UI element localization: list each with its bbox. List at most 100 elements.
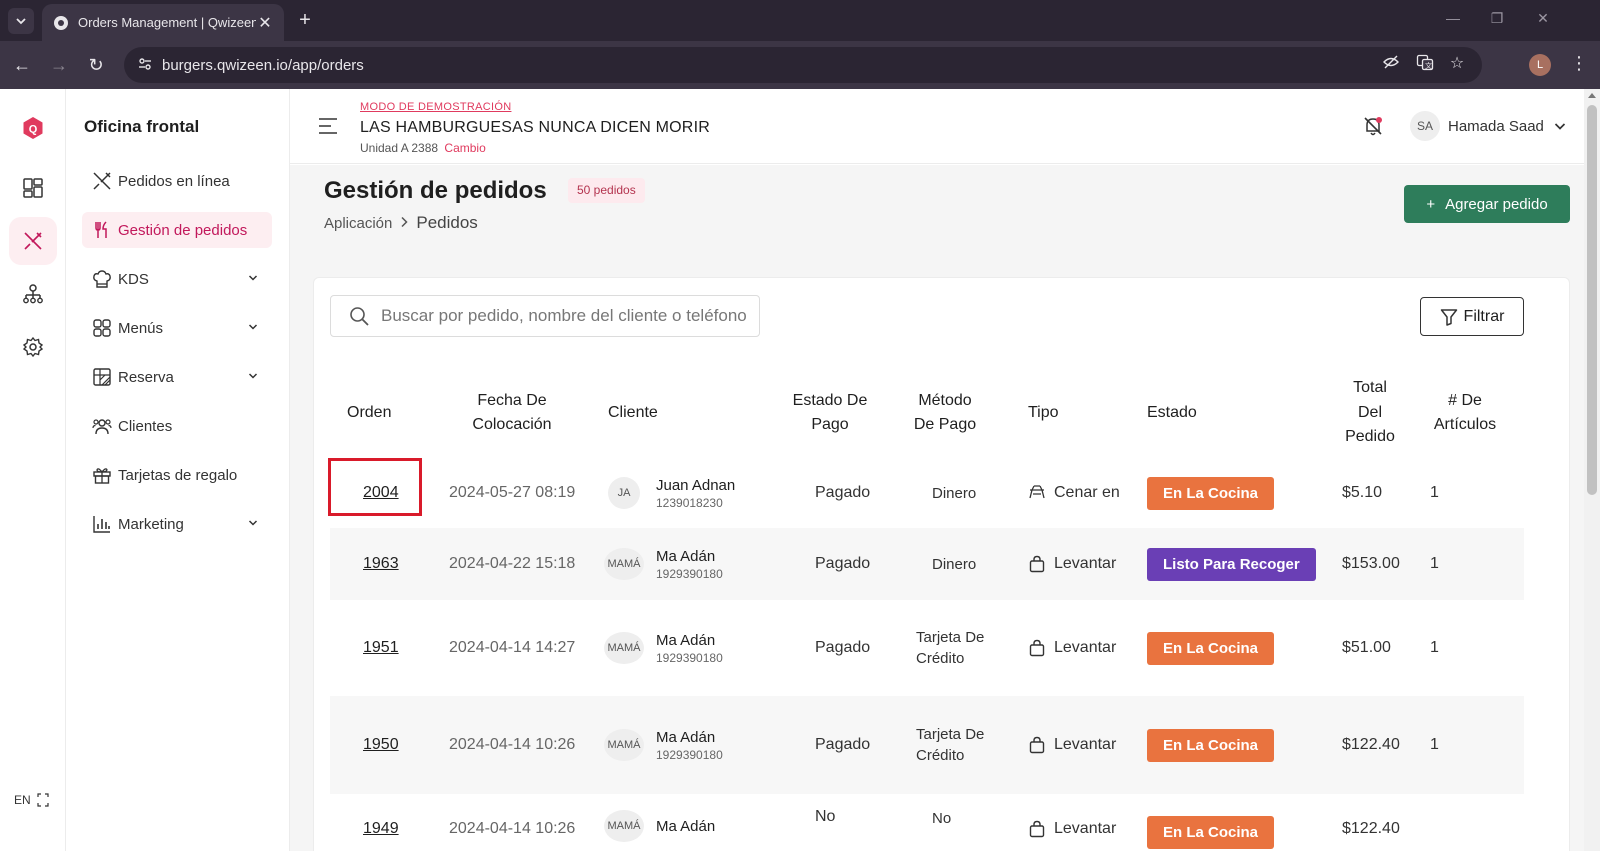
table-row[interactable]: 1963 2024-04-22 15:18 MAMÁ Ma Adán 19293… xyxy=(330,528,1524,600)
column-header-date[interactable]: Fecha De Colocación xyxy=(452,358,572,468)
dashboard-icon[interactable] xyxy=(9,164,57,212)
sidebar: Oficina frontal Pedidos en línea Gestión… xyxy=(66,89,290,851)
column-header-payment-method[interactable]: Método De Pago xyxy=(910,358,980,468)
customer-avatar: JA xyxy=(608,477,640,509)
qwizeen-logo-icon[interactable]: Q xyxy=(22,116,44,140)
browser-menu-icon[interactable]: ⋮ xyxy=(1570,53,1588,74)
item-count: 1 xyxy=(1430,555,1439,572)
store-unit-text: Unidad A 2388 xyxy=(360,141,439,155)
payment-status: No xyxy=(815,808,836,825)
sidebar-item-label: Gestión de pedidos xyxy=(118,221,248,239)
column-header-order[interactable]: Orden xyxy=(347,358,427,468)
site-info-icon[interactable] xyxy=(138,57,158,74)
reload-icon[interactable]: ↻ xyxy=(84,53,108,77)
sidebar-item-online-orders[interactable]: Pedidos en línea xyxy=(82,163,272,199)
breadcrumb: Aplicación Pedidos xyxy=(324,213,478,233)
customer-name[interactable]: Ma Adán xyxy=(656,729,723,746)
browser-tab[interactable]: Orders Management | Qwizeen ✕ xyxy=(42,4,284,41)
forward-icon[interactable]: → xyxy=(47,53,71,77)
customer-name[interactable]: Ma Adán xyxy=(656,632,723,649)
sidebar-item-gift-cards[interactable]: Tarjetas de regalo xyxy=(82,457,272,493)
sidebar-item-kds[interactable]: KDS xyxy=(82,261,272,297)
minimize-window-icon[interactable]: — xyxy=(1443,10,1463,26)
order-type: Levantar xyxy=(1054,736,1117,753)
table-row[interactable]: 1949 2024-04-14 10:26 MAMÁ Ma Adán No No… xyxy=(330,794,1524,851)
sidebar-item-reservation[interactable]: Reserva xyxy=(82,359,272,395)
customer-phone: 1239018230 xyxy=(656,495,723,510)
change-store-link[interactable]: Cambio xyxy=(444,141,485,155)
column-header-type[interactable]: Tipo xyxy=(1028,358,1108,468)
customer-avatar: MAMÁ xyxy=(604,632,644,664)
new-tab-icon[interactable]: + xyxy=(294,9,316,31)
customer-name[interactable]: Ma Adán xyxy=(656,548,723,565)
back-icon[interactable]: ← xyxy=(10,53,34,77)
shopping-bag-icon xyxy=(1029,555,1045,573)
chevron-down-icon[interactable] xyxy=(1554,121,1566,131)
sidebar-item-menus[interactable]: Menús xyxy=(82,310,272,346)
demo-mode-link[interactable]: MODO DE DEMOSTRACIÓN xyxy=(360,101,511,113)
status-badge[interactable]: En La Cocina xyxy=(1147,816,1275,849)
language-label: EN xyxy=(14,793,31,807)
close-window-icon[interactable]: ✕ xyxy=(1533,10,1553,27)
order-number-link[interactable]: 1951 xyxy=(363,639,399,657)
language-switcher[interactable]: EN xyxy=(8,786,58,814)
order-number-link[interactable]: 1950 xyxy=(363,736,399,754)
chevron-down-icon xyxy=(248,520,258,526)
order-number-link[interactable]: 1963 xyxy=(363,555,399,573)
table-row[interactable]: 1950 2024-04-14 10:26 MAMÁ Ma Adán 19293… xyxy=(330,696,1524,794)
status-badge[interactable]: En La Cocina xyxy=(1147,476,1275,510)
close-tab-icon[interactable]: ✕ xyxy=(256,13,274,33)
organization-icon[interactable] xyxy=(9,270,57,318)
restore-window-icon[interactable]: ❐ xyxy=(1487,10,1507,27)
column-header-status[interactable]: Estado xyxy=(1147,358,1247,468)
table-row[interactable]: 2004 2024-05-27 08:19 JA Juan Adnan 1239… xyxy=(328,458,1524,528)
order-number-link[interactable]: 2004 xyxy=(363,484,399,502)
profile-avatar[interactable]: L xyxy=(1529,54,1551,76)
add-order-button[interactable]: + Agregar pedido xyxy=(1404,185,1570,223)
address-bar[interactable]: burgers.qwizeen.io/app/orders xyxy=(124,47,1482,83)
column-header-customer[interactable]: Cliente xyxy=(608,358,708,468)
qwizeen-favicon-icon xyxy=(54,15,68,30)
customer-name[interactable]: Ma Adán xyxy=(656,818,715,835)
sidebar-item-order-management[interactable]: Gestión de pedidos xyxy=(82,212,272,248)
filter-button[interactable]: Filtrar xyxy=(1420,297,1524,336)
status-badge[interactable]: En La Cocina xyxy=(1147,728,1275,762)
user-name[interactable]: Hamada Saad xyxy=(1448,118,1544,135)
status-badge[interactable]: En La Cocina xyxy=(1147,631,1275,665)
search-box[interactable] xyxy=(330,295,760,337)
hamburger-menu-icon[interactable] xyxy=(318,117,338,135)
customer-name[interactable]: Juan Adnan xyxy=(656,477,735,494)
translate-icon[interactable]: 文 xyxy=(1414,53,1436,76)
order-number-link[interactable]: 1949 xyxy=(363,820,399,838)
column-header-items[interactable]: # De Artículos xyxy=(1425,358,1505,468)
dine-in-icon xyxy=(1029,485,1045,499)
column-header-payment-status[interactable]: Estado De Pago xyxy=(790,358,870,468)
bookmark-star-icon[interactable]: ☆ xyxy=(1446,53,1468,73)
breadcrumb-app[interactable]: Aplicación xyxy=(324,215,392,232)
page-scrollbar[interactable] xyxy=(1584,89,1600,851)
payment-status: Pagado xyxy=(815,736,871,753)
search-input[interactable] xyxy=(381,306,751,326)
shopping-bag-icon xyxy=(1029,639,1045,657)
scroll-up-arrow-icon[interactable] xyxy=(1588,93,1596,98)
orders-rail-icon[interactable] xyxy=(9,217,57,265)
order-type: Cenar en xyxy=(1054,484,1120,501)
tab-search-button[interactable] xyxy=(8,8,34,34)
search-icon xyxy=(350,307,369,326)
settings-gear-icon[interactable] xyxy=(9,323,57,371)
sidebar-item-marketing[interactable]: Marketing xyxy=(82,506,272,542)
sidebar-item-customers[interactable]: Clientes xyxy=(82,408,272,444)
chevron-down-icon xyxy=(16,18,26,25)
customer-phone: 1929390180 xyxy=(656,650,723,665)
notifications-off-icon[interactable] xyxy=(1362,115,1384,137)
filter-icon xyxy=(1440,308,1457,326)
column-header-total[interactable]: Total Del Pedido xyxy=(1340,358,1400,468)
table-row[interactable]: 1951 2024-04-14 14:27 MAMÁ Ma Adán 19293… xyxy=(330,600,1524,696)
scrollbar-thumb[interactable] xyxy=(1587,105,1597,495)
grid-icon xyxy=(92,318,112,338)
customer-phone: 1929390180 xyxy=(656,747,723,762)
status-badge[interactable]: Listo Para Recoger xyxy=(1147,547,1316,581)
chevron-down-icon xyxy=(248,275,258,281)
user-avatar[interactable]: SA xyxy=(1410,111,1440,141)
eye-off-icon[interactable] xyxy=(1380,53,1402,76)
